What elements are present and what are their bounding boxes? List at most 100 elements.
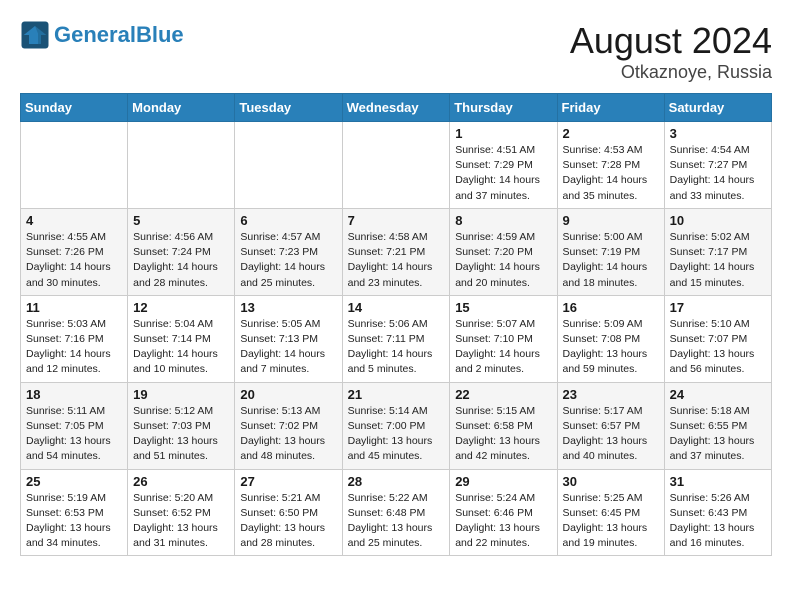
calendar-cell: 6Sunrise: 4:57 AM Sunset: 7:23 PM Daylig… (235, 208, 342, 295)
calendar-cell: 5 Sunrise: 4:56 AM Sunset: 7:24 PM Daylig… (128, 208, 235, 295)
day-info: Sunrise: 4:53 AM Sunset: 7:28 PM Dayligh… (563, 143, 659, 204)
calendar-cell (128, 122, 235, 209)
month-year: August 2024 (570, 20, 772, 62)
day-info: Sunrise: 4:58 AM Sunset: 7:21 PM Dayligh… (348, 230, 445, 291)
day-number: 2 (563, 126, 659, 141)
calendar-cell: 25 Sunrise: 5:19 AM Sunset: 6:53 PM Dayli… (21, 469, 128, 556)
calendar-cell (235, 122, 342, 209)
calendar-cell: 17 Sunrise: 5:10 AM Sunset: 7:07 PM Dayli… (664, 295, 771, 382)
week-row-5: 25 Sunrise: 5:19 AM Sunset: 6:53 PM Dayli… (21, 469, 772, 556)
day-number: 25 (26, 474, 122, 489)
calendar-cell: 1 Sunrise: 4:51 AM Sunset: 7:29 PM Daylig… (450, 122, 557, 209)
calendar-cell (21, 122, 128, 209)
day-number: 5 (133, 213, 229, 228)
calendar-cell: 14 Sunrise: 5:06 AM Sunset: 7:11 PM Dayli… (342, 295, 450, 382)
calendar-cell: 27 Sunrise: 5:21 AM Sunset: 6:50 PM Dayli… (235, 469, 342, 556)
day-info: Sunrise: 5:19 AM Sunset: 6:53 PM Dayligh… (26, 491, 122, 552)
calendar-cell: 18Sunrise: 5:11 AM Sunset: 7:05 PM Dayli… (21, 382, 128, 469)
day-number: 17 (670, 300, 766, 315)
day-info: Sunrise: 5:21 AM Sunset: 6:50 PM Dayligh… (240, 491, 336, 552)
day-info: Sunrise: 4:55 AM Sunset: 7:26 PM Dayligh… (26, 230, 122, 291)
calendar-cell: 4 Sunrise: 4:55 AM Sunset: 7:26 PM Daylig… (21, 208, 128, 295)
day-number: 16 (563, 300, 659, 315)
calendar-cell: 7 Sunrise: 4:58 AM Sunset: 7:21 PM Daylig… (342, 208, 450, 295)
week-row-1: 1 Sunrise: 4:51 AM Sunset: 7:29 PM Daylig… (21, 122, 772, 209)
day-info: Sunrise: 5:10 AM Sunset: 7:07 PM Dayligh… (670, 317, 766, 378)
logo-text: GeneralBlue (54, 23, 184, 47)
logo-line2: Blue (136, 22, 184, 47)
week-row-4: 18Sunrise: 5:11 AM Sunset: 7:05 PM Dayli… (21, 382, 772, 469)
day-info: Sunrise: 5:18 AM Sunset: 6:55 PM Dayligh… (670, 404, 766, 465)
day-number: 9 (563, 213, 659, 228)
day-info: Sunrise: 5:03 AM Sunset: 7:16 PM Dayligh… (26, 317, 122, 378)
day-info: Sunrise: 5:26 AM Sunset: 6:43 PM Dayligh… (670, 491, 766, 552)
day-number: 24 (670, 387, 766, 402)
title-block: August 2024 Otkaznoye, Russia (570, 20, 772, 83)
day-info: Sunrise: 4:57 AM Sunset: 7:23 PM Dayligh… (240, 230, 336, 291)
logo: GeneralBlue (20, 20, 184, 50)
day-number: 4 (26, 213, 122, 228)
calendar-cell: 31Sunrise: 5:26 AM Sunset: 6:43 PM Dayli… (664, 469, 771, 556)
calendar-cell: 13Sunrise: 5:05 AM Sunset: 7:13 PM Dayli… (235, 295, 342, 382)
day-number: 28 (348, 474, 445, 489)
day-number: 27 (240, 474, 336, 489)
calendar-cell: 16 Sunrise: 5:09 AM Sunset: 7:08 PM Dayli… (557, 295, 664, 382)
day-info: Sunrise: 5:06 AM Sunset: 7:11 PM Dayligh… (348, 317, 445, 378)
weekday-header-friday: Friday (557, 94, 664, 122)
day-number: 12 (133, 300, 229, 315)
day-info: Sunrise: 5:02 AM Sunset: 7:17 PM Dayligh… (670, 230, 766, 291)
day-number: 30 (563, 474, 659, 489)
calendar-cell: 2 Sunrise: 4:53 AM Sunset: 7:28 PM Daylig… (557, 122, 664, 209)
logo-line1: General (54, 22, 136, 47)
day-number: 15 (455, 300, 551, 315)
day-info: Sunrise: 5:15 AM Sunset: 6:58 PM Dayligh… (455, 404, 551, 465)
day-info: Sunrise: 5:20 AM Sunset: 6:52 PM Dayligh… (133, 491, 229, 552)
day-number: 22 (455, 387, 551, 402)
day-number: 3 (670, 126, 766, 141)
calendar-cell: 19Sunrise: 5:12 AM Sunset: 7:03 PM Dayli… (128, 382, 235, 469)
calendar-cell: 11 Sunrise: 5:03 AM Sunset: 7:16 PM Dayli… (21, 295, 128, 382)
day-number: 13 (240, 300, 336, 315)
weekday-header-saturday: Saturday (664, 94, 771, 122)
day-number: 11 (26, 300, 122, 315)
calendar-cell: 8Sunrise: 4:59 AM Sunset: 7:20 PM Daylig… (450, 208, 557, 295)
logo-icon (20, 20, 50, 50)
day-info: Sunrise: 5:25 AM Sunset: 6:45 PM Dayligh… (563, 491, 659, 552)
day-info: Sunrise: 4:56 AM Sunset: 7:24 PM Dayligh… (133, 230, 229, 291)
calendar-cell: 15Sunrise: 5:07 AM Sunset: 7:10 PM Dayli… (450, 295, 557, 382)
day-number: 1 (455, 126, 551, 141)
calendar: SundayMondayTuesdayWednesdayThursdayFrid… (20, 93, 772, 556)
calendar-cell: 23 Sunrise: 5:17 AM Sunset: 6:57 PM Dayli… (557, 382, 664, 469)
calendar-cell: 29 Sunrise: 5:24 AM Sunset: 6:46 PM Dayli… (450, 469, 557, 556)
weekday-header-wednesday: Wednesday (342, 94, 450, 122)
day-number: 7 (348, 213, 445, 228)
day-info: Sunrise: 4:59 AM Sunset: 7:20 PM Dayligh… (455, 230, 551, 291)
calendar-cell (342, 122, 450, 209)
calendar-cell: 3 Sunrise: 4:54 AM Sunset: 7:27 PM Daylig… (664, 122, 771, 209)
page-header: GeneralBlue August 2024 Otkaznoye, Russi… (20, 20, 772, 83)
calendar-cell: 24 Sunrise: 5:18 AM Sunset: 6:55 PM Dayli… (664, 382, 771, 469)
day-number: 10 (670, 213, 766, 228)
calendar-cell: 22 Sunrise: 5:15 AM Sunset: 6:58 PM Dayli… (450, 382, 557, 469)
day-info: Sunrise: 5:00 AM Sunset: 7:19 PM Dayligh… (563, 230, 659, 291)
weekday-header-tuesday: Tuesday (235, 94, 342, 122)
day-number: 18 (26, 387, 122, 402)
calendar-cell: 21Sunrise: 5:14 AM Sunset: 7:00 PM Dayli… (342, 382, 450, 469)
day-info: Sunrise: 5:24 AM Sunset: 6:46 PM Dayligh… (455, 491, 551, 552)
weekday-header-row: SundayMondayTuesdayWednesdayThursdayFrid… (21, 94, 772, 122)
weekday-header-monday: Monday (128, 94, 235, 122)
day-info: Sunrise: 4:51 AM Sunset: 7:29 PM Dayligh… (455, 143, 551, 204)
day-number: 20 (240, 387, 336, 402)
day-info: Sunrise: 5:13 AM Sunset: 7:02 PM Dayligh… (240, 404, 336, 465)
day-info: Sunrise: 5:04 AM Sunset: 7:14 PM Dayligh… (133, 317, 229, 378)
day-info: Sunrise: 4:54 AM Sunset: 7:27 PM Dayligh… (670, 143, 766, 204)
day-info: Sunrise: 5:17 AM Sunset: 6:57 PM Dayligh… (563, 404, 659, 465)
day-info: Sunrise: 5:22 AM Sunset: 6:48 PM Dayligh… (348, 491, 445, 552)
day-number: 19 (133, 387, 229, 402)
day-number: 29 (455, 474, 551, 489)
calendar-cell: 20 Sunrise: 5:13 AM Sunset: 7:02 PM Dayli… (235, 382, 342, 469)
calendar-cell: 26Sunrise: 5:20 AM Sunset: 6:52 PM Dayli… (128, 469, 235, 556)
day-number: 23 (563, 387, 659, 402)
day-number: 14 (348, 300, 445, 315)
day-info: Sunrise: 5:09 AM Sunset: 7:08 PM Dayligh… (563, 317, 659, 378)
